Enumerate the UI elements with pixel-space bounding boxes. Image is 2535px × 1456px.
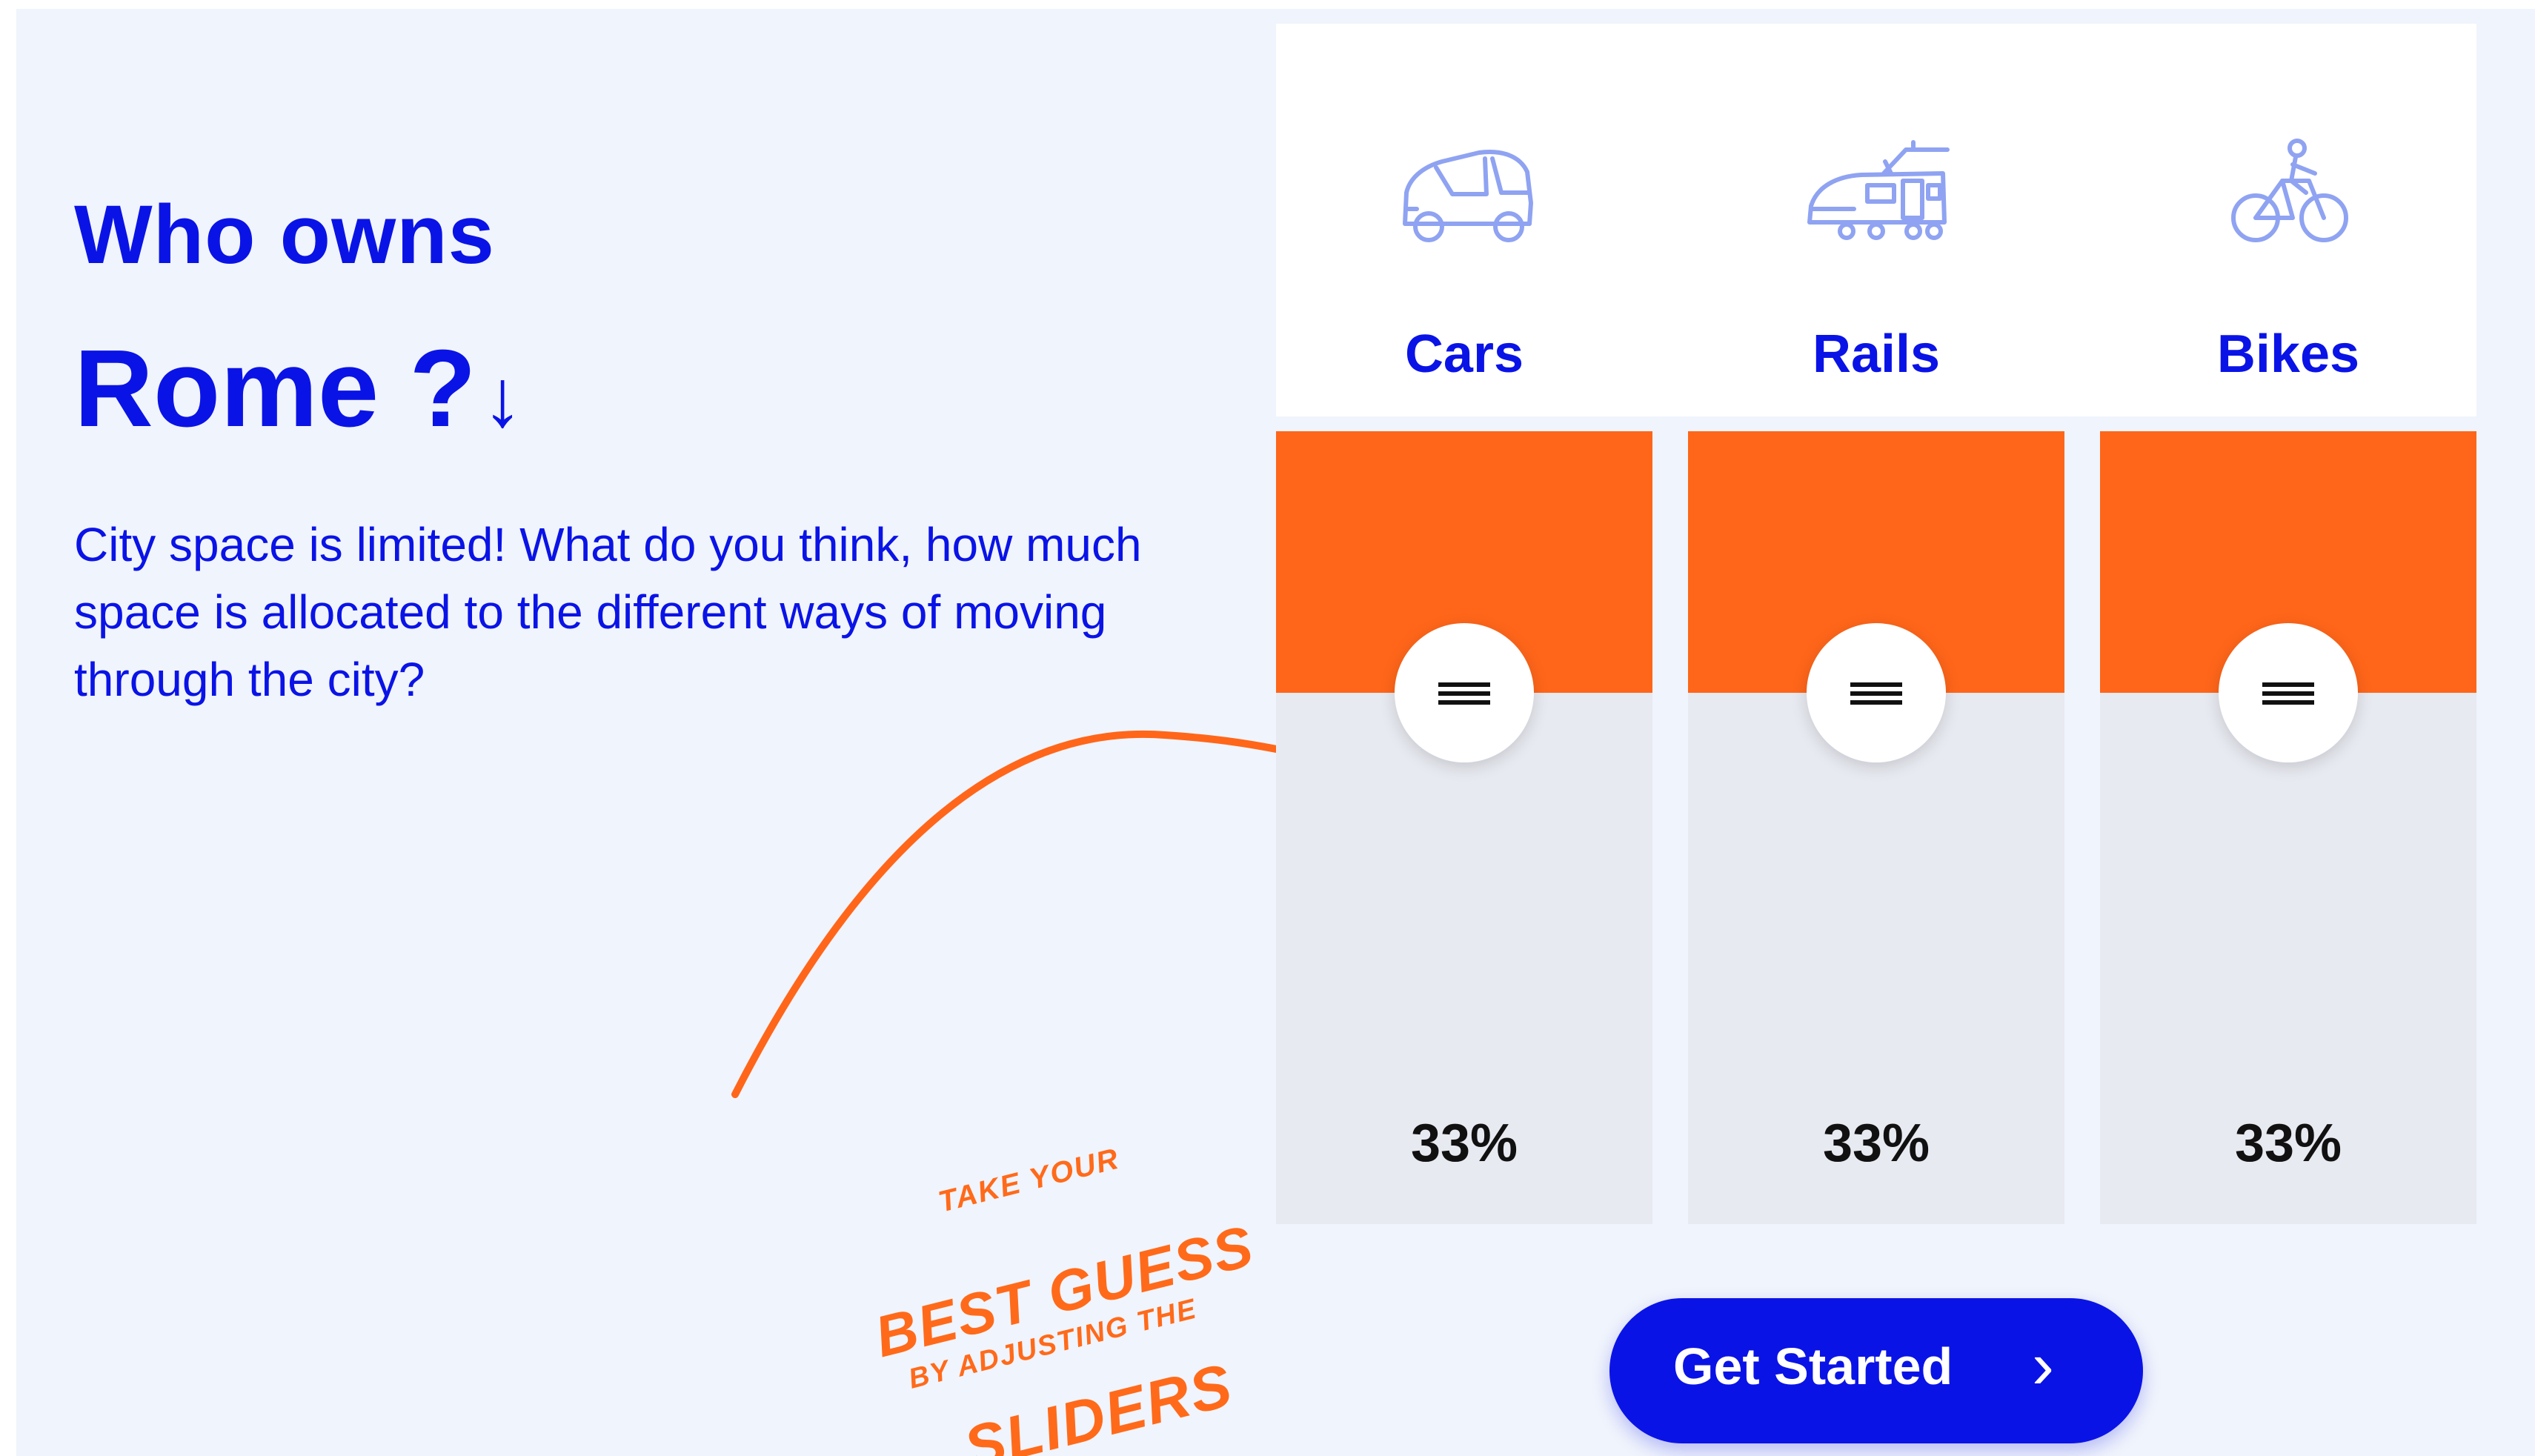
slider-handle-bikes[interactable] (2219, 623, 2358, 762)
get-started-button[interactable]: Get Started › (1609, 1298, 2143, 1443)
intro-description: City space is limited! What do you think… (74, 518, 1142, 706)
slider-track-cars[interactable]: 33% (1276, 431, 1652, 1224)
slider-value-rails: 33% (1822, 1114, 1930, 1173)
get-started-label: Get Started (1673, 1337, 1953, 1395)
slider-header-rails: Rails (1688, 24, 2064, 416)
slider-track-rails[interactable]: 33% (1688, 431, 2064, 1224)
curved-arrow-decoration (731, 730, 1298, 1098)
tram-icon (1807, 140, 1950, 240)
hint-text: TAKE YOUR BEST GUESS BY ADJUSTING THE SL… (846, 1142, 1260, 1456)
heading-city: Rome ? (74, 328, 476, 450)
heading-kicker: Who owns (74, 188, 495, 281)
slider-handle-cars[interactable] (1395, 623, 1534, 762)
slider-header-cars: Cars (1276, 24, 1652, 416)
hint-line-1: TAKE YOUR (935, 1142, 1123, 1219)
slider-label-bikes: Bikes (2216, 325, 2360, 384)
heading-city-line: Rome ? ↓ (74, 326, 1186, 452)
arrow-down-icon: ↓ (482, 353, 523, 444)
slider-column-rails: Rails 33% (1688, 24, 2064, 1224)
slider-column-cars: Cars 33% (1276, 24, 1652, 1224)
slider-label-cars: Cars (1404, 325, 1524, 384)
page: Who owns Rome ? ↓ City space is limited!… (16, 9, 2535, 1456)
slider-track-bikes[interactable]: 33% (2100, 431, 2476, 1224)
sliders-panel: Cars 33% Rails 33% Bikes 33% (1276, 24, 2476, 1224)
slider-handle-rails[interactable] (1807, 623, 1946, 762)
bicycle-icon (2231, 139, 2348, 242)
intro: Who owns Rome ? ↓ City space is limited!… (74, 187, 1186, 714)
car-icon (1403, 150, 1533, 242)
slider-label-rails: Rails (1812, 325, 1941, 384)
chevron-right-icon: › (2032, 1329, 2054, 1403)
slider-value-cars: 33% (1410, 1114, 1518, 1173)
slider-column-bikes: Bikes 33% (2100, 24, 2476, 1224)
slider-header-bikes: Bikes (2100, 24, 2476, 416)
slider-value-bikes: 33% (2234, 1114, 2342, 1173)
